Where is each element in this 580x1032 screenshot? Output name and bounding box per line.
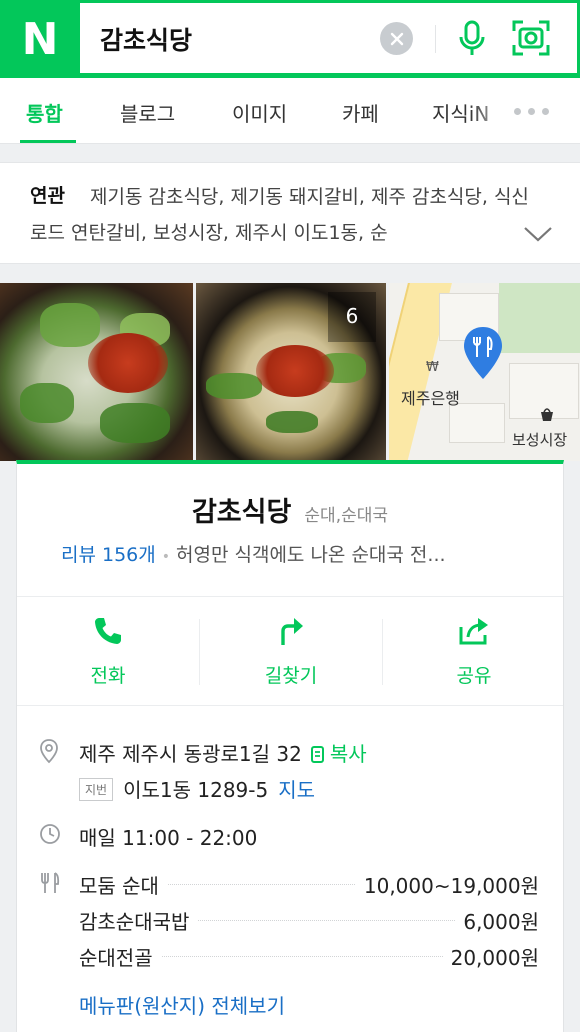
image-search-button[interactable]	[510, 18, 552, 58]
place-actions: 전화 길찾기 공유	[17, 596, 563, 706]
lens-icon	[512, 20, 550, 56]
related-keywords: 제기동 감초식당, 제기동 돼지갈비, 제주 감초식당, 식신로드 연탄갈비, …	[0, 162, 580, 264]
lot-address: 이도1동 1289-5	[123, 778, 269, 802]
place-blurb[interactable]: 허영만 식객에도 나온 순대국 전...	[176, 544, 446, 566]
separator-dot: •	[161, 549, 171, 565]
bank-icon: ₩	[426, 360, 439, 375]
share-label: 공유	[456, 665, 492, 687]
view-full-menu-link[interactable]: 메뉴판(원산지) 전체보기	[79, 990, 285, 1019]
menu-item: 감초순대국밥 6,000원	[79, 906, 539, 936]
menu-item-name: 모둠 순대	[79, 870, 167, 899]
menu-item-price: 6,000원	[455, 906, 539, 935]
map-link[interactable]: 지도	[278, 778, 315, 802]
related-label: 연관	[30, 185, 65, 207]
phone-icon	[95, 618, 121, 644]
place-summary: 리뷰 156개 • 허영만 식객에도 나온 순대국 전...	[61, 540, 541, 567]
tab-cafe[interactable]: 카페	[342, 98, 379, 127]
place-name[interactable]: 감초식당	[192, 497, 291, 528]
menu-item: 모둠 순대 10,000~19,000원	[79, 870, 539, 900]
location-icon	[40, 739, 58, 764]
review-link[interactable]: 리뷰 156개	[61, 544, 156, 566]
search-divider	[435, 25, 436, 53]
call-button[interactable]: 전화	[17, 597, 199, 705]
place-photo-1[interactable]	[0, 283, 193, 461]
directions-button[interactable]: 길찾기	[200, 597, 382, 705]
share-icon	[459, 618, 488, 645]
voice-search-button[interactable]	[454, 19, 490, 59]
call-label: 전화	[90, 665, 126, 687]
copy-icon	[310, 746, 324, 763]
map-label-bank: 제주은행	[401, 389, 460, 408]
place-title-row: 감초식당 순대,순대국	[17, 490, 563, 529]
place-card: 감초식당 순대,순대국 리뷰 156개 • 허영만 식객에도 나온 순대국 전...…	[16, 460, 564, 1032]
address-line: 제주 제주시 동광로1길 32 복사	[79, 738, 367, 767]
menu-item-name: 감초순대국밥	[79, 906, 198, 935]
tab-blog[interactable]: 블로그	[120, 98, 175, 127]
naver-logo[interactable]: N	[0, 0, 78, 78]
shopping-bag-icon	[541, 408, 553, 421]
lot-badge: 지번	[79, 778, 114, 801]
business-hours[interactable]: 매일 11:00 - 22:00	[79, 822, 257, 851]
map-label-market: 보성시장	[512, 431, 568, 449]
fork-knife-icon	[41, 872, 60, 893]
directions-label: 길찾기	[264, 665, 318, 687]
menu-item-name: 순대전골	[79, 942, 161, 971]
search-input[interactable]: 감초식당	[80, 3, 577, 73]
chevron-down-icon[interactable]	[522, 222, 554, 246]
search-query[interactable]: 감초식당	[100, 21, 192, 57]
clear-button[interactable]	[380, 22, 413, 55]
tab-integrated[interactable]: 통합	[26, 98, 63, 127]
photo-count-badge[interactable]: 6	[328, 292, 376, 342]
search-header: N 감초식당	[0, 0, 580, 78]
share-button[interactable]: 공유	[383, 597, 565, 705]
tab-fade	[470, 78, 514, 142]
related-fade	[455, 219, 515, 255]
more-tabs-button[interactable]	[514, 108, 549, 115]
microphone-icon	[459, 20, 485, 55]
map-park	[499, 283, 580, 353]
copy-address-button[interactable]: 복사	[310, 742, 367, 766]
tab-images[interactable]: 이미지	[232, 98, 287, 127]
menu-item-price: 20,000원	[442, 942, 539, 971]
lot-address-line: 지번 이도1동 1289-5 지도	[79, 774, 315, 803]
place-category: 순대,순대국	[304, 506, 389, 526]
restaurant-pin-icon[interactable]	[462, 325, 504, 381]
close-icon	[390, 32, 403, 45]
menu-item-price: 10,000~19,000원	[355, 870, 539, 899]
copy-label: 복사	[329, 742, 367, 766]
active-tab-indicator	[20, 140, 76, 143]
road-address[interactable]: 제주 제주시 동광로1길 32	[79, 742, 302, 766]
menu-item: 순대전골 20,000원	[79, 942, 539, 972]
directions-icon	[281, 618, 303, 645]
clock-icon	[40, 824, 60, 844]
search-tabs: 통합 블로그 이미지 카페 지식iN	[0, 78, 580, 144]
